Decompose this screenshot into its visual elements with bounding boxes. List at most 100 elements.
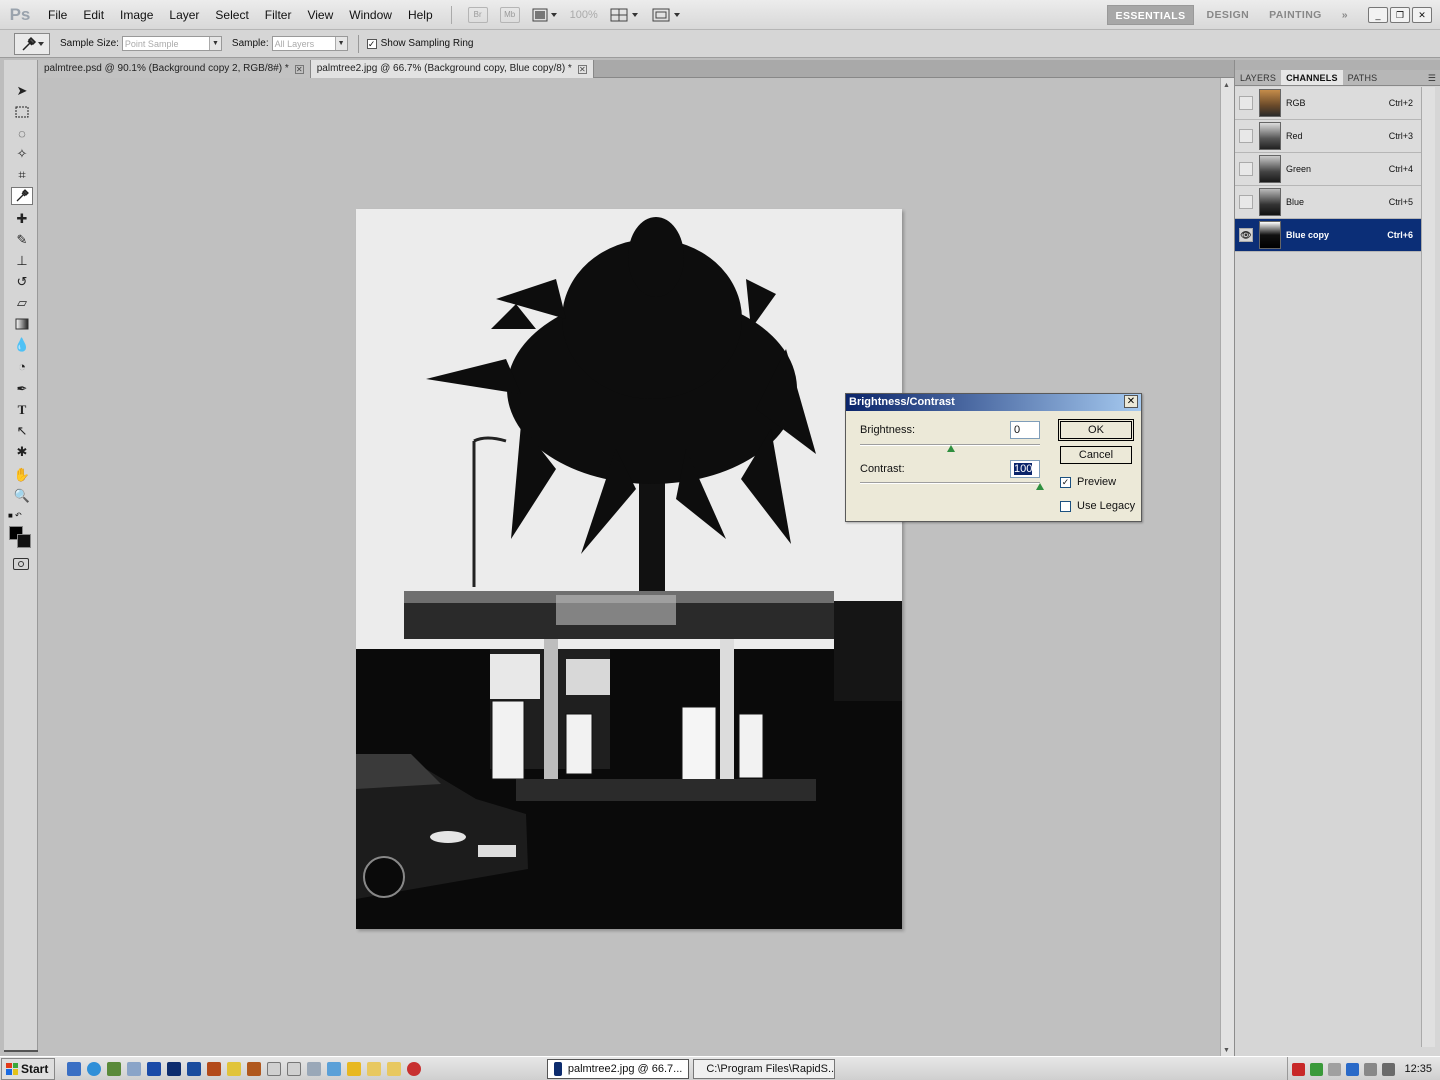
tray-connection-icon[interactable] bbox=[1364, 1062, 1378, 1076]
start-button[interactable]: Start bbox=[1, 1057, 56, 1080]
close-icon[interactable]: ✕ bbox=[577, 64, 587, 74]
path-selection-tool-icon[interactable]: ↖ bbox=[11, 422, 33, 440]
minimize-icon[interactable]: _ bbox=[1368, 6, 1388, 23]
tab-channels[interactable]: CHANNELS bbox=[1281, 70, 1343, 85]
use-legacy-checkbox[interactable]: Use Legacy bbox=[1060, 500, 1135, 512]
minibridge-button[interactable]: Mb bbox=[499, 6, 520, 23]
dodge-tool-icon[interactable]: ◔ bbox=[11, 357, 33, 375]
zoom-level-dropdown[interactable]: 100% bbox=[570, 9, 598, 21]
winamp-icon[interactable] bbox=[227, 1061, 242, 1076]
app-icon[interactable] bbox=[147, 1061, 162, 1076]
menu-select[interactable]: Select bbox=[207, 0, 256, 30]
zoom-tool-icon[interactable]: 🔍 bbox=[11, 487, 33, 505]
channel-row-rgb[interactable]: RGB Ctrl+2 bbox=[1235, 87, 1421, 120]
channel-row-green[interactable]: Green Ctrl+4 bbox=[1235, 153, 1421, 186]
folder-yellow-alt-icon[interactable] bbox=[387, 1061, 402, 1076]
eye-icon[interactable]: 👁 bbox=[1239, 228, 1253, 242]
task-button-explorer[interactable]: C:\Program Files\RapidS... bbox=[693, 1058, 836, 1079]
sample-select[interactable]: All Layers ▼ bbox=[271, 36, 348, 51]
tab-palmtree2-jpg[interactable]: palmtree2.jpg @ 66.7% (Background copy, … bbox=[310, 60, 594, 78]
network-icon[interactable] bbox=[107, 1061, 122, 1076]
bridge-alt-icon[interactable] bbox=[247, 1061, 262, 1076]
tab-layers[interactable]: LAYERS bbox=[1235, 70, 1281, 85]
channel-row-red[interactable]: Red Ctrl+3 bbox=[1235, 120, 1421, 153]
tray-app-icon[interactable] bbox=[1292, 1062, 1306, 1076]
clone-stamp-tool-icon[interactable]: ⊥ bbox=[11, 252, 33, 270]
contrast-slider-thumb[interactable] bbox=[1036, 483, 1044, 490]
folder-yellow-icon[interactable] bbox=[367, 1061, 382, 1076]
brush-tool-icon[interactable]: ✎ bbox=[11, 231, 33, 249]
volume-icon[interactable] bbox=[1382, 1062, 1396, 1076]
workspace-painting[interactable]: PAINTING bbox=[1261, 5, 1330, 25]
type-tool-icon[interactable]: T bbox=[11, 401, 33, 419]
show-sampling-ring-checkbox[interactable]: ✓ bbox=[366, 38, 377, 49]
menu-edit[interactable]: Edit bbox=[75, 0, 112, 30]
task-button-photoshop[interactable]: palmtree2.jpg @ 66.7... bbox=[547, 1058, 690, 1079]
shape-tool-icon[interactable]: ✱ bbox=[11, 443, 33, 461]
brightness-input[interactable]: 0 bbox=[1010, 421, 1040, 439]
menu-window[interactable]: Window bbox=[341, 0, 400, 30]
screen-mode-button[interactable] bbox=[652, 8, 682, 22]
explorer-icon[interactable] bbox=[127, 1061, 142, 1076]
internet-explorer-icon[interactable] bbox=[87, 1061, 102, 1076]
view-extras-button[interactable] bbox=[532, 8, 558, 22]
close-icon[interactable]: ✕ bbox=[294, 64, 304, 74]
opera-icon[interactable] bbox=[407, 1061, 422, 1076]
channel-row-blue[interactable]: Blue Ctrl+5 bbox=[1235, 186, 1421, 219]
panel-scrollbar[interactable] bbox=[1421, 87, 1435, 1047]
arrange-documents-button[interactable] bbox=[610, 8, 640, 22]
window-icon[interactable] bbox=[267, 1061, 282, 1076]
menu-image[interactable]: Image bbox=[112, 0, 161, 30]
desktop-icon[interactable] bbox=[67, 1061, 82, 1076]
window-alt-icon[interactable] bbox=[287, 1061, 302, 1076]
workspace-design[interactable]: DESIGN bbox=[1198, 5, 1257, 25]
dialog-title-bar[interactable]: Brightness/Contrast ✕ bbox=[846, 394, 1141, 411]
channel-row-blue-copy[interactable]: 👁 Blue copy Ctrl+6 bbox=[1235, 219, 1421, 252]
tray-refresh-icon[interactable] bbox=[1310, 1062, 1324, 1076]
menu-filter[interactable]: Filter bbox=[257, 0, 300, 30]
downloads-icon[interactable] bbox=[327, 1061, 342, 1076]
gradient-tool-icon[interactable] bbox=[11, 315, 33, 333]
contrast-input[interactable]: 100 bbox=[1010, 460, 1040, 478]
workspace-essentials[interactable]: ESSENTIALS bbox=[1106, 4, 1195, 25]
tray-shield-icon[interactable] bbox=[1346, 1062, 1360, 1076]
menu-view[interactable]: View bbox=[299, 0, 341, 30]
scroll-down-icon[interactable]: ▼ bbox=[1223, 1047, 1230, 1054]
hand-tool-icon[interactable]: ✋ bbox=[11, 466, 33, 484]
tray-network-icon[interactable] bbox=[1328, 1062, 1342, 1076]
photoshop-icon[interactable] bbox=[167, 1061, 182, 1076]
sample-size-select[interactable]: Point Sample ▼ bbox=[121, 36, 222, 51]
preview-check-box[interactable]: ✓ bbox=[1060, 476, 1071, 488]
marquee-tool-icon[interactable] bbox=[11, 103, 33, 121]
contrast-slider-track[interactable] bbox=[860, 482, 1040, 484]
brightness-slider-thumb[interactable] bbox=[947, 445, 955, 452]
clock[interactable]: 12:35 bbox=[1404, 1063, 1432, 1075]
healing-brush-tool-icon[interactable]: ✚ bbox=[11, 210, 33, 228]
panel-dock-header[interactable] bbox=[1235, 60, 1440, 70]
cancel-button[interactable]: Cancel bbox=[1060, 446, 1132, 464]
visibility-toggle[interactable] bbox=[1239, 96, 1253, 110]
crop-tool-icon[interactable]: ⌗ bbox=[11, 166, 33, 184]
move-tool-icon[interactable]: ➤ bbox=[11, 82, 33, 100]
quick-selection-tool-icon[interactable]: ✧ bbox=[11, 145, 33, 163]
quick-mask-icon[interactable] bbox=[13, 558, 29, 570]
ok-button[interactable]: OK bbox=[1058, 419, 1134, 441]
visibility-toggle[interactable] bbox=[1239, 162, 1253, 176]
panel-menu-icon[interactable]: ☰ bbox=[1423, 70, 1440, 85]
close-icon[interactable]: ✕ bbox=[1412, 6, 1432, 23]
eyedropper-tool-icon[interactable] bbox=[11, 187, 33, 205]
menu-help[interactable]: Help bbox=[400, 0, 441, 30]
workspace-more-button[interactable]: » bbox=[1334, 5, 1356, 25]
blur-tool-icon[interactable]: 💧 bbox=[11, 336, 33, 354]
visibility-toggle[interactable] bbox=[1239, 195, 1253, 209]
menu-layer[interactable]: Layer bbox=[161, 0, 207, 30]
preview-checkbox[interactable]: ✓ Preview bbox=[1060, 476, 1116, 488]
bridge-button[interactable]: Br bbox=[467, 6, 488, 23]
eraser-tool-icon[interactable]: ▱ bbox=[11, 294, 33, 312]
restore-icon[interactable]: ❐ bbox=[1390, 6, 1410, 23]
close-icon[interactable]: ✕ bbox=[1124, 395, 1138, 408]
folder-icon[interactable] bbox=[307, 1061, 322, 1076]
photoshop-alt-icon[interactable] bbox=[187, 1061, 202, 1076]
vertical-scrollbar[interactable]: ▲ ▼ bbox=[1220, 78, 1234, 1056]
history-brush-tool-icon[interactable]: ↺ bbox=[11, 273, 33, 291]
